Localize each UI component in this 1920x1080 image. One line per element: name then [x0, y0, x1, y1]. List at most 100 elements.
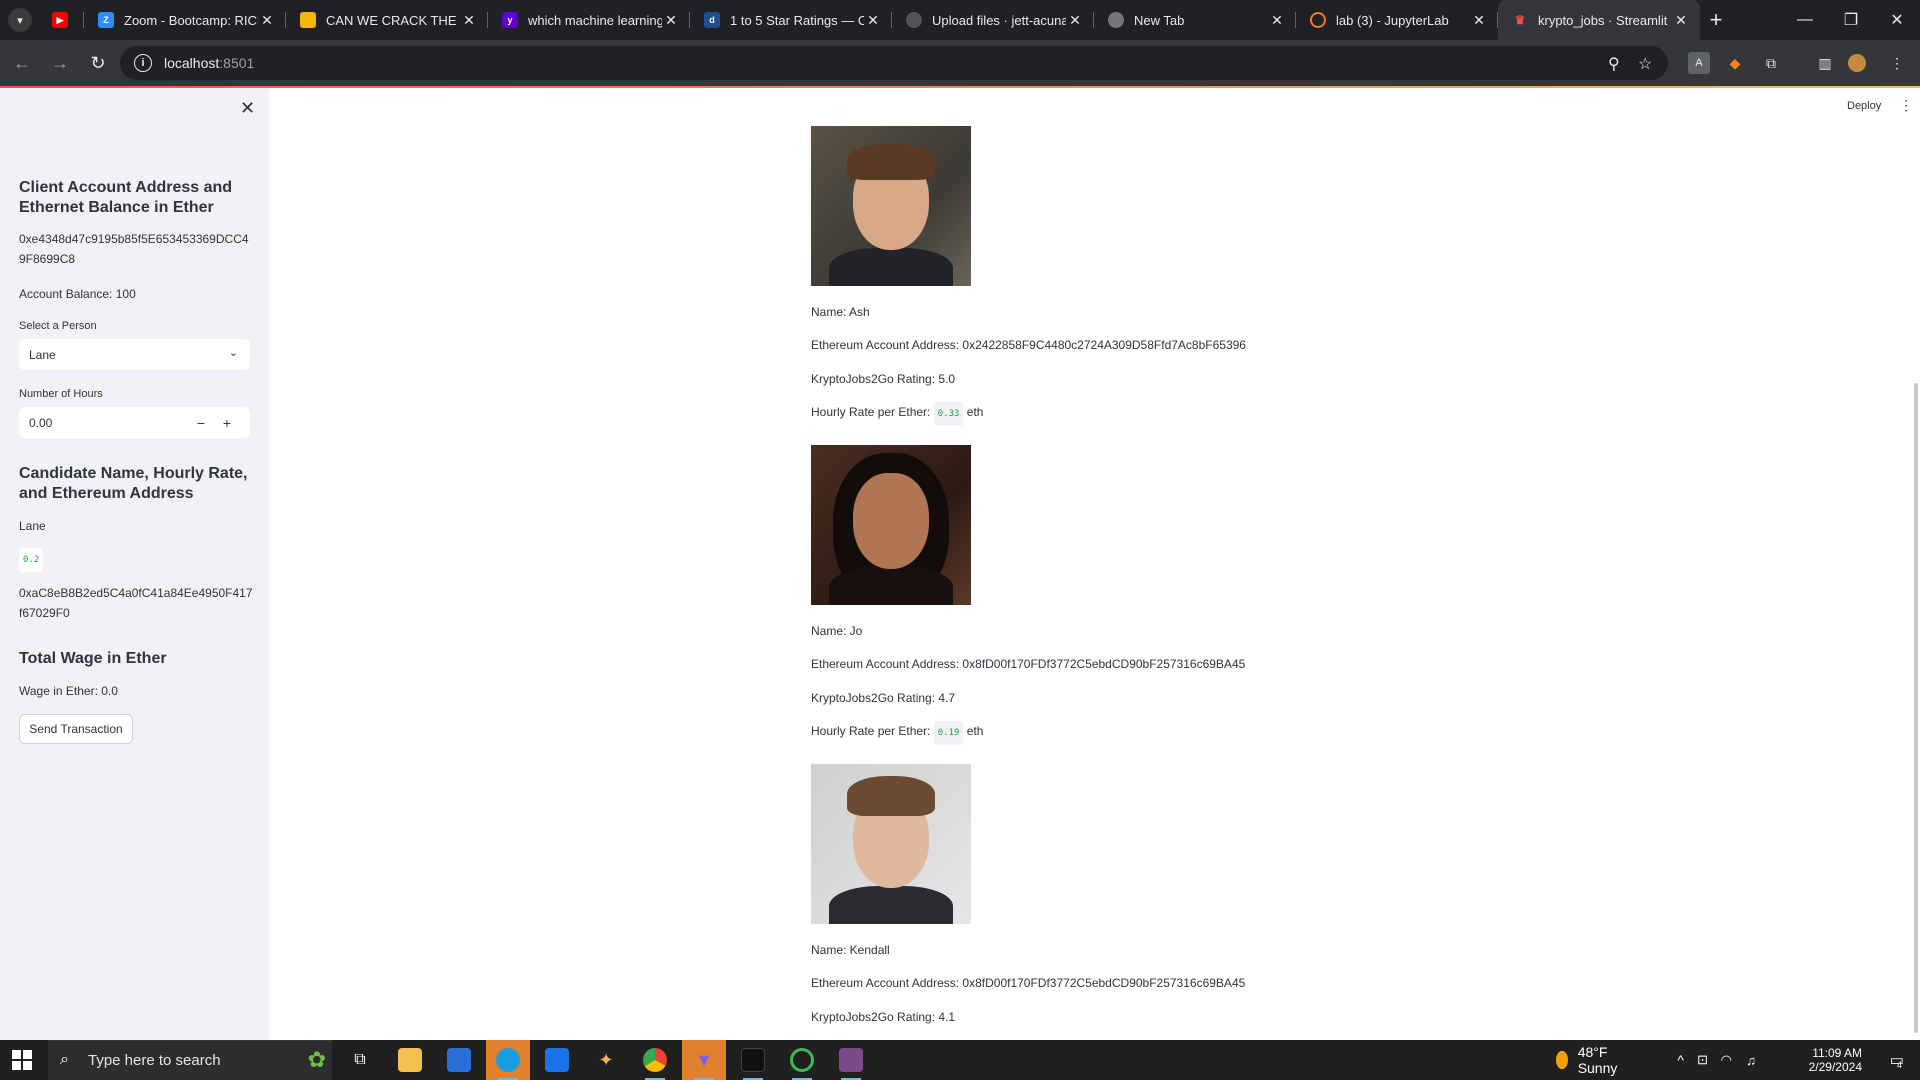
chevron-down-icon: ⌄: [228, 347, 238, 359]
minimize-icon[interactable]: —: [1782, 0, 1828, 40]
app-icon[interactable]: ✦: [584, 1040, 628, 1080]
candidate-photo: [811, 445, 971, 605]
url-port: :8501: [219, 55, 255, 71]
kebab-menu-icon[interactable]: ⋮: [1899, 97, 1913, 114]
search-icon: ⌕: [60, 1051, 69, 1068]
candidate-rate-row: 0.2: [19, 548, 255, 572]
send-transaction-button[interactable]: Send Transaction: [19, 714, 133, 744]
clock-date: 2/29/2024: [1808, 1060, 1862, 1074]
candidate-hourly-rate: Hourly Rate per Ether: 0.33 eth: [811, 402, 1246, 426]
select-person-value: Lane: [29, 347, 56, 362]
new-tab-button[interactable]: +: [1700, 0, 1732, 40]
forward-icon[interactable]: →: [44, 47, 76, 79]
globe-icon: [1108, 12, 1124, 28]
total-wage-heading: Total Wage in Ether: [19, 650, 167, 667]
chrome-menu-icon[interactable]: ⋮: [1886, 52, 1908, 74]
close-tab-icon[interactable]: ✕: [864, 12, 882, 29]
file-explorer-icon[interactable]: [388, 1040, 432, 1080]
candidate-address: Ethereum Account Address: 0x8fD00f170FDf…: [811, 976, 1246, 990]
side-panel-icon[interactable]: ▥: [1814, 52, 1836, 74]
extensions-puzzle-icon[interactable]: ⧉: [1760, 52, 1782, 74]
weather-widget[interactable]: 48°F Sunny: [1556, 1040, 1624, 1080]
candidate-address: Ethereum Account Address: 0x2422858F9C44…: [811, 338, 1246, 352]
notifications-icon[interactable]: ▭ 4: [1890, 1040, 1904, 1080]
terminal-icon[interactable]: [731, 1040, 775, 1080]
candidate-card-ash: Name: Ash Ethereum Account Address: 0x24…: [811, 126, 1246, 426]
select-person-dropdown[interactable]: Lane ⌄: [19, 339, 250, 370]
candidate-photo: [811, 126, 971, 286]
store-icon[interactable]: [437, 1040, 481, 1080]
rate-prefix: Hourly Rate per Ether:: [811, 405, 931, 419]
close-tab-icon[interactable]: ✕: [1066, 12, 1084, 29]
reload-icon[interactable]: ↻: [82, 47, 114, 79]
volume-icon[interactable]: ♫: [1746, 1040, 1756, 1080]
tab-zoom[interactable]: Z Zoom - Bootcamp: RICE ✕: [84, 0, 286, 40]
tab-title: Zoom - Bootcamp: RICE: [124, 12, 258, 28]
close-window-icon[interactable]: ✕: [1874, 0, 1920, 40]
windows-start-icon[interactable]: [12, 1050, 32, 1070]
candidate-card-kendall: Name: Kendall Ethereum Account Address: …: [811, 764, 1245, 1027]
edge-icon[interactable]: [486, 1040, 530, 1080]
decrement-icon[interactable]: −: [190, 412, 212, 434]
tab-youtube[interactable]: ▶: [40, 0, 84, 40]
clock[interactable]: 11:09 AM 2/29/2024: [1809, 1040, 1862, 1080]
tab-new-tab[interactable]: New Tab ✕: [1094, 0, 1296, 40]
sidebar: ✕ Client Account Address and Ethernet Ba…: [0, 88, 269, 1040]
windows-taskbar: ⌕ Type here to search ✿ ⧉ ✦ ▼ 48°F Sunny…: [0, 1040, 1920, 1080]
close-tab-icon[interactable]: ✕: [460, 12, 478, 29]
restore-icon[interactable]: ❐: [1828, 0, 1874, 40]
device-icon[interactable]: ⊡: [1697, 1040, 1708, 1080]
tab-jupyter[interactable]: lab (3) - JupyterLab ✕: [1296, 0, 1498, 40]
tab-yahoo[interactable]: y which machine learning ✕: [488, 0, 690, 40]
tab-github[interactable]: Upload files · jett-acuna/ ✕: [892, 0, 1094, 40]
mail-icon[interactable]: [535, 1040, 579, 1080]
page-scrollbar[interactable]: [1914, 383, 1918, 1033]
close-tab-icon[interactable]: ✕: [1470, 12, 1488, 29]
extension-icon[interactable]: A: [1688, 52, 1710, 74]
bookmark-star-icon[interactable]: ☆: [1638, 54, 1652, 74]
tab-ratings[interactable]: d 1 to 5 Star Ratings — Cl ✕: [690, 0, 892, 40]
candidate-photo: [811, 764, 971, 924]
main-content: Deploy ⋮ Name: Ash Ethereum Account Addr…: [269, 88, 1920, 1040]
task-view-icon[interactable]: ⧉: [338, 1040, 382, 1080]
metamask-icon[interactable]: ◆: [1724, 52, 1746, 74]
close-tab-icon[interactable]: ✕: [258, 12, 276, 29]
browser-toolbar: ← → ↻ i localhost:8501 ⚲ ☆: [0, 40, 1920, 86]
select-person-label: Select a Person: [19, 320, 97, 332]
profile-avatar-icon[interactable]: [1848, 54, 1866, 72]
wifi-icon[interactable]: ◠: [1721, 1040, 1732, 1080]
tab-slides[interactable]: CAN WE CRACK THE CO ✕: [286, 0, 488, 40]
increment-icon[interactable]: +: [216, 412, 238, 434]
zoom-icon[interactable]: ⚲: [1608, 54, 1620, 74]
close-tab-icon[interactable]: ✕: [1672, 12, 1690, 29]
back-icon[interactable]: ←: [6, 47, 38, 79]
app-icon[interactable]: ▼: [682, 1040, 726, 1080]
yahoo-icon: y: [502, 12, 518, 28]
tab-streamlit[interactable]: ♛ krypto_jobs · Streamlit ✕: [1498, 0, 1700, 40]
app-icon[interactable]: [829, 1040, 873, 1080]
candidate-address: Ethereum Account Address: 0x8fD00f170FDf…: [811, 657, 1246, 671]
wage-text: Wage in Ether: 0.0: [19, 684, 118, 698]
tab-title: 1 to 5 Star Ratings — Cl: [730, 12, 864, 28]
site-info-icon[interactable]: i: [134, 54, 152, 72]
address-bar[interactable]: i localhost:8501 ⚲ ☆: [120, 46, 1668, 80]
close-tab-icon[interactable]: ✕: [1268, 12, 1286, 29]
rate-suffix: eth: [966, 724, 984, 738]
close-tab-icon[interactable]: ✕: [662, 12, 680, 29]
sync-icon[interactable]: [780, 1040, 824, 1080]
chrome-icon[interactable]: [633, 1040, 677, 1080]
deploy-button[interactable]: Deploy: [1847, 100, 1881, 112]
candidate-rating: KryptoJobs2Go Rating: 4.1: [811, 1010, 956, 1024]
chevron-up-icon[interactable]: ^: [1677, 1040, 1684, 1080]
jupyter-icon: [1310, 12, 1326, 28]
candidate-card-jo: Name: Jo Ethereum Account Address: 0x8fD…: [811, 445, 1246, 745]
candidate-name: Name: Ash: [811, 305, 870, 319]
tab-search-icon[interactable]: ▾: [8, 8, 32, 32]
taskbar-search-box[interactable]: ⌕ Type here to search ✿: [48, 1040, 332, 1080]
weather-text: 48°F Sunny: [1577, 1044, 1618, 1076]
hours-value: 0.00: [29, 415, 53, 430]
candidate-rating: KryptoJobs2Go Rating: 4.7: [811, 691, 956, 705]
hours-number-input[interactable]: 0.00 − +: [19, 407, 250, 438]
tab-title: which machine learning: [528, 12, 662, 28]
close-sidebar-icon[interactable]: ✕: [240, 98, 255, 119]
